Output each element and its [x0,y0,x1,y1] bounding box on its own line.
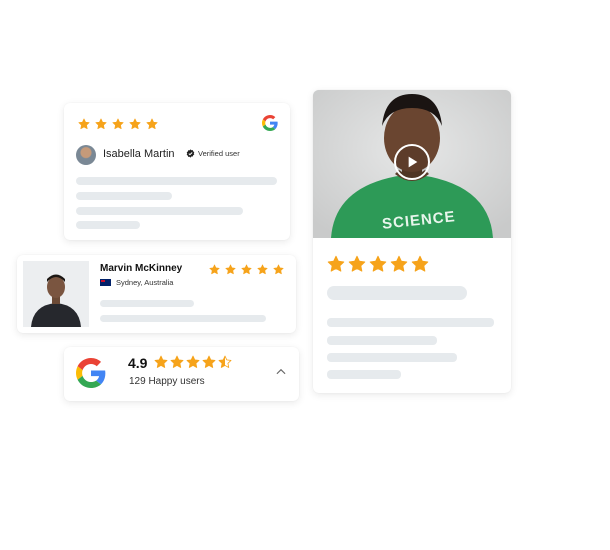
text-placeholder [327,318,494,327]
reviewer-photo [23,261,89,327]
text-placeholder [76,207,243,215]
star-icon [95,117,107,135]
star-icon [273,262,284,280]
play-button[interactable] [394,144,430,180]
reviewer-location: Sydney, Australia [100,278,173,287]
star-icon [186,355,200,374]
text-placeholder [327,286,467,300]
star-icon [154,355,168,374]
text-placeholder [327,353,457,362]
text-placeholder [76,221,140,229]
star-icon [170,355,184,374]
star-rating [154,355,232,374]
chevron-up-icon[interactable] [274,365,288,379]
text-placeholder [327,336,437,345]
avatar [76,145,96,165]
star-icon [129,117,141,135]
google-icon [76,358,106,388]
google-rating-summary[interactable]: 4.9 129 Happy users [64,347,299,401]
text-placeholder [100,300,194,307]
google-icon [262,115,278,131]
star-rating [78,117,158,135]
text-placeholder [327,370,401,379]
australia-flag-icon [100,279,111,286]
review-count: 129 Happy users [129,376,205,387]
review-card-isabella: Isabella Martin Verified user [64,103,290,240]
star-rating [209,262,284,280]
star-icon [241,262,252,280]
verified-badge: Verified user [186,149,240,158]
star-icon [202,355,216,374]
review-card-marvin: Marvin McKinney Sydney, Australia [17,255,296,333]
star-icon [78,117,90,135]
star-icon [390,255,408,278]
reviewer-name: Marvin McKinney [100,263,183,274]
star-icon [112,117,124,135]
star-icon [218,355,232,374]
star-icon [327,255,345,278]
video-thumbnail[interactable]: SCIENCE [313,90,511,238]
text-placeholder [100,315,266,322]
star-icon [348,255,366,278]
average-rating: 4.9 [128,355,148,371]
star-icon [209,262,220,280]
star-icon [257,262,268,280]
star-icon [225,262,236,280]
verified-label: Verified user [198,149,240,158]
play-icon [408,156,418,168]
location-label: Sydney, Australia [116,278,174,287]
star-icon [146,117,158,135]
verified-check-icon [186,149,195,158]
star-icon [369,255,387,278]
video-review-card: SCIENCE [313,90,511,393]
text-placeholder [76,177,277,185]
text-placeholder [76,192,172,200]
reviewer-name: Isabella Martin [103,148,175,160]
star-icon [411,255,429,278]
star-rating [327,255,429,278]
